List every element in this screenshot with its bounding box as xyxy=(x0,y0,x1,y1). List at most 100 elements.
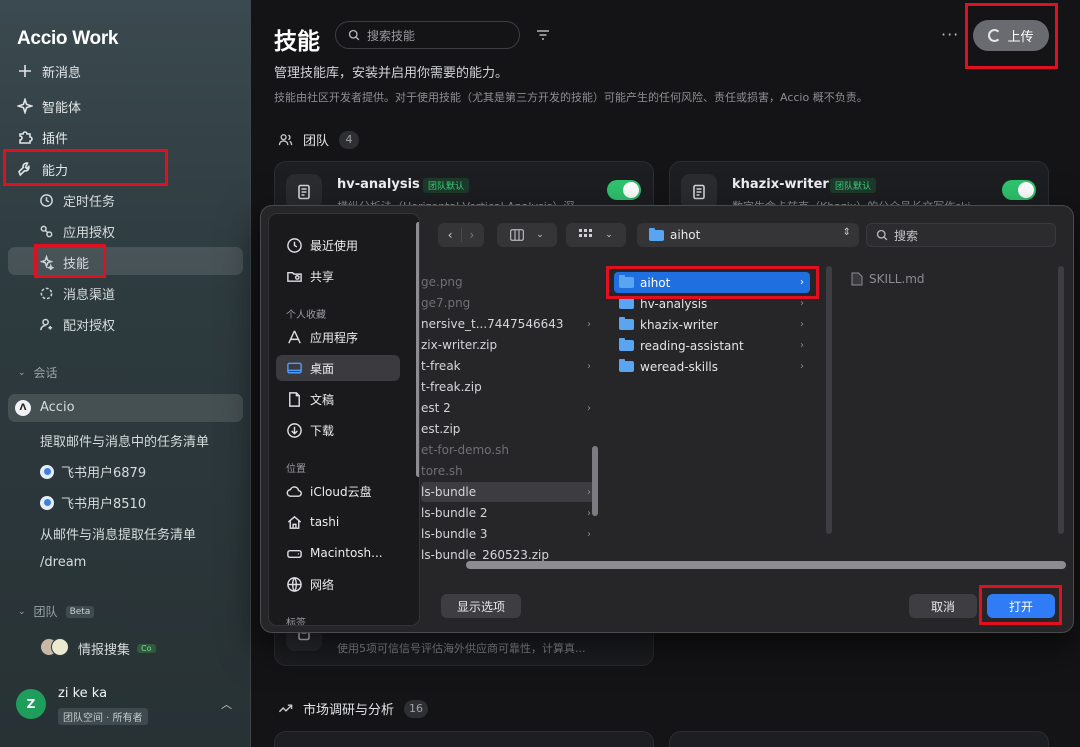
sidebar-item-ability[interactable]: 能力 xyxy=(16,156,68,182)
search-placeholder: 搜索技能 xyxy=(367,28,416,43)
file-row-skill-md[interactable]: SKILL.md xyxy=(851,272,925,286)
group-mode-button[interactable]: ⌄ xyxy=(566,223,626,247)
conversation-item[interactable]: 飞书用户8510 xyxy=(40,493,146,512)
location-path-dropdown[interactable]: aihot ⇕ xyxy=(637,223,859,247)
finder-item-desktop[interactable]: 桌面 xyxy=(276,355,400,381)
finder-item-recent[interactable]: 最近使用 xyxy=(276,232,400,258)
chevron-right-icon: › xyxy=(800,298,804,309)
sidebar: Accio Work 新消息 智能体 插件 能力 定时任务 应用授权 技能 消息… xyxy=(0,0,251,747)
finder-item-home[interactable]: tashi xyxy=(276,509,400,535)
column1-scrollbar[interactable] xyxy=(592,446,598,516)
upload-button[interactable]: 上传 xyxy=(973,20,1049,51)
wrench-icon xyxy=(16,160,34,178)
accio-avatar-icon: Λ xyxy=(15,400,31,416)
team-avatars xyxy=(40,638,70,656)
finder-item-applications[interactable]: 应用程序 xyxy=(276,324,400,350)
conversation-item[interactable]: 提取邮件与消息中的任务清单 xyxy=(40,431,209,450)
chevron-right-icon: › xyxy=(800,277,804,288)
finder-item-icloud[interactable]: iCloud云盘 xyxy=(276,478,400,504)
user-space: 团队空间 · 所有者 xyxy=(58,708,148,725)
sidebar-item-plugins[interactable]: 插件 xyxy=(16,124,68,150)
conversation-accio[interactable]: Accio xyxy=(40,400,75,415)
sidebar-subitem-scheduled-tasks[interactable]: 定时任务 xyxy=(39,187,115,213)
file-row[interactable]: est.zip xyxy=(421,419,597,439)
cloud-icon xyxy=(286,485,302,497)
folder-row[interactable]: weread-skills › xyxy=(614,356,810,377)
plus-icon xyxy=(16,62,34,80)
file-name: t-freak xyxy=(421,359,461,373)
horizontal-scrollbar[interactable] xyxy=(466,561,1066,569)
ability-label: 能力 xyxy=(42,163,69,179)
folder-row[interactable]: reading-assistant › xyxy=(614,335,810,356)
file-row[interactable]: ls-bundle_260523.zip xyxy=(421,545,597,562)
finder-search-input[interactable]: 搜索 xyxy=(866,223,1056,247)
folder-name: weread-skills xyxy=(640,359,719,374)
back-icon[interactable]: ‹ xyxy=(448,228,462,242)
more-options-icon[interactable]: ··· xyxy=(941,25,959,44)
sidebar-subitem-message-channels[interactable]: 消息渠道 xyxy=(39,280,115,306)
file-row[interactable]: ge7.png xyxy=(421,293,597,313)
new-message-label: 新消息 xyxy=(42,65,82,81)
folder-name: khazix-writer xyxy=(640,317,719,332)
file-column-desktop: ge.png ge7.png nersive_t...7447546643 › z… xyxy=(411,262,598,562)
file-row[interactable]: t-freak.zip xyxy=(421,377,597,397)
sidebar-subitem-skills[interactable]: 技能 xyxy=(39,249,89,275)
sidebar-subitem-pairing-auth[interactable]: 配对授权 xyxy=(39,311,115,337)
plugins-label: 插件 xyxy=(42,131,69,147)
file-row[interactable]: t-freak › xyxy=(421,356,597,376)
view-mode-columns[interactable]: ⌄ xyxy=(497,223,557,247)
file-row[interactable]: zix-writer.zip xyxy=(421,335,597,355)
column2-scrollbar[interactable] xyxy=(826,266,832,534)
folder-row-aihot[interactable]: aihot › xyxy=(614,272,810,293)
file-row[interactable]: ge.png xyxy=(421,272,597,292)
folder-row[interactable]: khazix-writer › xyxy=(614,314,810,335)
conversations-header[interactable]: ⌄ 会话 xyxy=(18,364,58,381)
file-row-selected[interactable]: ls-bundle › xyxy=(421,482,597,502)
group-team-count: 4 xyxy=(339,130,360,149)
file-name: ge7.png xyxy=(421,296,471,310)
finder-item-network[interactable]: 网络 xyxy=(276,571,400,597)
conversation-title: 飞书用户6879 xyxy=(61,466,147,481)
team-header[interactable]: ⌄ 团队 Beta xyxy=(18,603,95,620)
finder-item-documents[interactable]: 文稿 xyxy=(276,386,400,412)
conversation-item[interactable]: 飞书用户6879 xyxy=(40,462,146,481)
skill-enable-toggle[interactable] xyxy=(1002,180,1036,200)
user-avatar[interactable]: Z xyxy=(16,689,46,719)
filter-icon[interactable] xyxy=(535,27,551,43)
file-row[interactable]: tore.sh xyxy=(421,461,597,481)
team-item-intel[interactable]: 情报搜集 Co xyxy=(78,639,156,658)
team-item-label: 情报搜集 xyxy=(78,643,131,658)
folder-icon xyxy=(619,275,634,288)
team-header-label: 团队 xyxy=(33,605,58,619)
folder-row[interactable]: hv-analysis › xyxy=(614,293,810,314)
open-button[interactable]: 打开 xyxy=(987,594,1055,618)
sidebar-subitem-app-auth[interactable]: 应用授权 xyxy=(39,218,115,244)
file-row[interactable]: est 2 › xyxy=(421,398,597,418)
back-forward-buttons[interactable]: ‹ › xyxy=(438,223,484,247)
new-message-button[interactable]: 新消息 xyxy=(16,58,81,84)
forward-icon[interactable]: › xyxy=(462,228,475,242)
folder-name: hv-analysis xyxy=(640,296,708,311)
finder-item-downloads[interactable]: 下载 xyxy=(276,417,400,443)
file-name: nersive_t...7447546643 xyxy=(421,317,564,331)
file-row[interactable]: ls-bundle 2 › xyxy=(421,503,597,523)
conversation-item[interactable]: 从邮件与消息提取任务清单 xyxy=(40,524,196,543)
chevron-up-icon[interactable]: ︿ xyxy=(221,696,232,712)
cancel-button[interactable]: 取消 xyxy=(909,594,977,618)
skill-enable-toggle[interactable] xyxy=(607,180,641,200)
conversation-title: 飞书用户8510 xyxy=(61,497,147,512)
skill-card-partial-bottom[interactable] xyxy=(274,731,654,747)
file-name: tore.sh xyxy=(421,464,463,478)
skill-search-input[interactable]: 搜索技能 xyxy=(335,21,520,49)
file-row[interactable]: ls-bundle 3 › xyxy=(421,524,597,544)
skill-card-partial-bottom[interactable] xyxy=(669,731,1049,747)
conversation-item[interactable]: /dream xyxy=(40,555,86,570)
file-row[interactable]: nersive_t...7447546643 › xyxy=(421,314,597,334)
finder-item-macintosh[interactable]: Macintosh... xyxy=(276,540,400,566)
show-options-button[interactable]: 显示选项 xyxy=(441,594,521,618)
column3-scrollbar[interactable] xyxy=(1058,266,1064,534)
finder-item-shared[interactable]: 共享 xyxy=(276,263,400,289)
chevron-right-icon: › xyxy=(800,340,804,351)
file-row[interactable]: et-for-demo.sh xyxy=(421,440,597,460)
sidebar-item-agents[interactable]: 智能体 xyxy=(16,93,81,119)
